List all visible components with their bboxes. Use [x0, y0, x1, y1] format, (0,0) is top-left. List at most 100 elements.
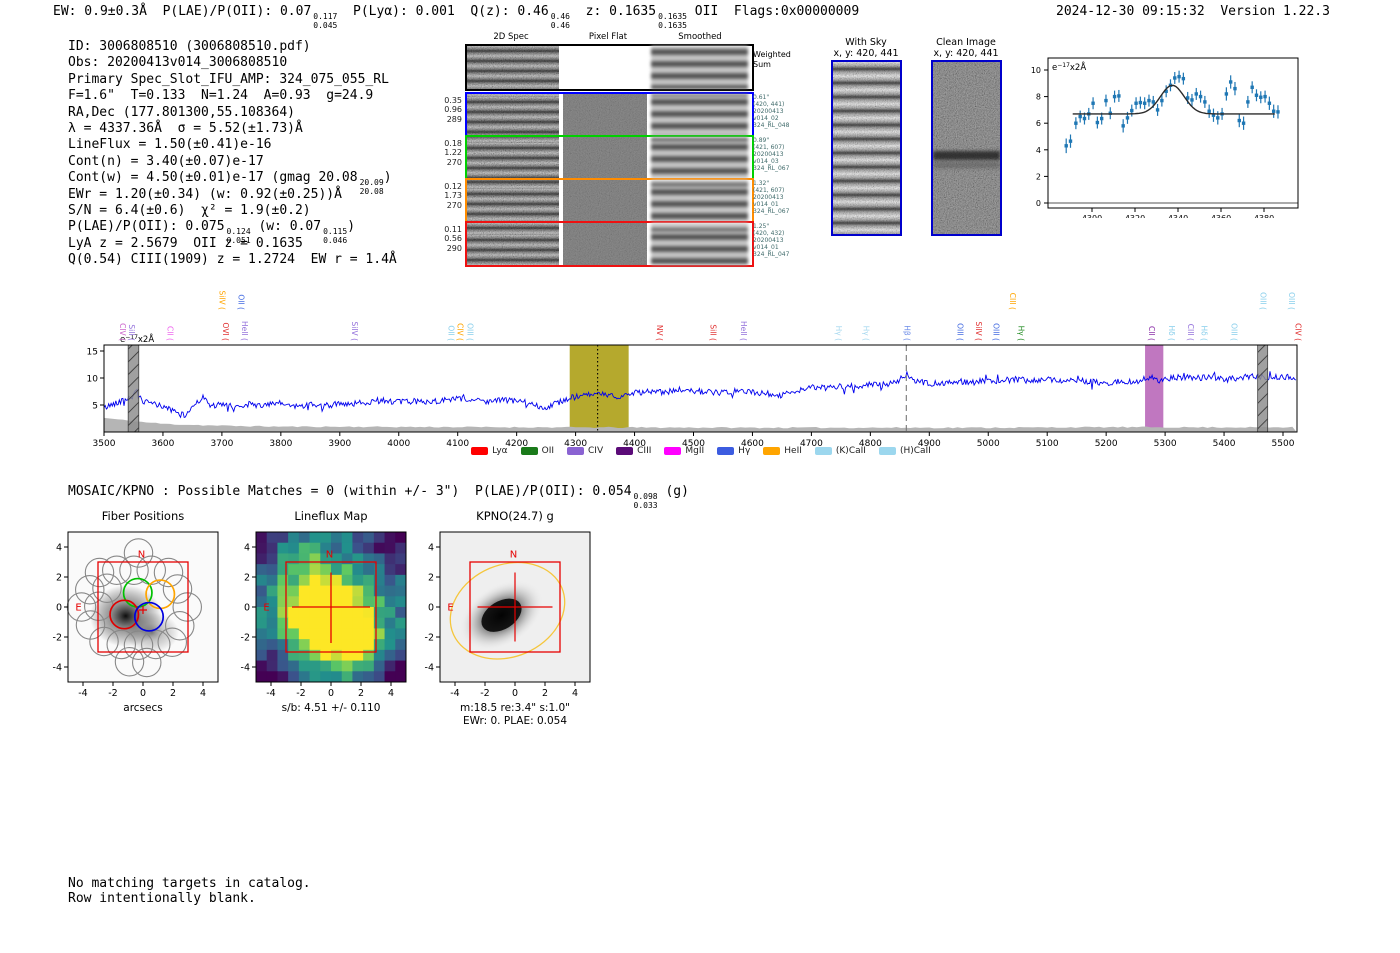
- text-segment: P(LAE)/P(OII): 0.075: [68, 219, 225, 235]
- emission-line-label: OII (: [236, 294, 245, 310]
- text-segment: (g): [657, 484, 689, 499]
- svg-text:-2: -2: [108, 688, 117, 699]
- info-line-0: ID: 3006808510 (3006808510.pdf): [68, 39, 397, 55]
- kpno-axes: KPNO(24.7) g -4 -4 -2 -2 0 0 2 2 4 4 N Em:18.5 re:3.…: [425, 509, 591, 727]
- emission-line-label: HeII (: [240, 321, 249, 341]
- emission-line-label: OIII (: [956, 323, 965, 341]
- linefit-chart: 0 2 4 6 8 10 4300 4320 4340 4360 4380 e−17x2Å: [1031, 57, 1299, 218]
- emission-line-label: Hβ (: [903, 325, 912, 341]
- spec2d-cell: [467, 223, 559, 265]
- emission-line-label: HeII (: [739, 321, 748, 341]
- svg-text:15: 15: [87, 348, 98, 358]
- svg-text:N: N: [138, 550, 145, 561]
- emission-line-label: Hδ (: [1200, 325, 1209, 341]
- emission-line-label: OII (: [446, 325, 455, 341]
- svg-text:N: N: [510, 550, 517, 561]
- svg-text:KPNO(24.7) g: KPNO(24.7) g: [476, 509, 554, 523]
- legend-label: CIII: [637, 446, 652, 456]
- svg-text:-2: -2: [53, 633, 62, 644]
- legend-item: (K)CaII: [814, 446, 866, 456]
- svg-text:5: 5: [92, 402, 98, 412]
- svg-text:4: 4: [56, 543, 62, 554]
- svg-text:0: 0: [56, 603, 62, 614]
- spectrum-plot-area: 3500 3600 3700 3800 3900 4000 4100 4200 4300 4400…: [87, 291, 1303, 450]
- noise-texture: [563, 94, 647, 136]
- legend-item: Lyα: [471, 446, 508, 456]
- spec2d-row-1: [465, 92, 754, 138]
- spec2d-row-left-values: 0.35 0.96 289: [444, 96, 462, 124]
- svg-text:E: E: [447, 603, 453, 614]
- text-segment: Cont(n) = 3.40(±0.07)e-17: [68, 153, 264, 169]
- spec2d-cell: [563, 94, 647, 136]
- purple-band: [1145, 345, 1164, 432]
- text-segment: Obs: 20200413v014_3006808510: [68, 55, 288, 71]
- text-segment: LyA z = 2.5679 OII z = 0.1635: [68, 235, 303, 251]
- svg-text:-2: -2: [480, 688, 489, 699]
- info-line-12: LyA z = 2.5679 OII z = 0.1635: [68, 236, 397, 252]
- stacked-fraction: 0.1635 0.1635: [658, 12, 687, 30]
- info-line-6: LineFlux = 1.50(±0.41)e-16: [68, 137, 397, 153]
- spec2d-cell: [651, 223, 748, 265]
- svg-text:Fiber Positions: Fiber Positions: [102, 509, 185, 523]
- noise-texture: [563, 180, 647, 222]
- clean-title: Clean Image: [936, 37, 996, 48]
- emission-line-label: Hγ (: [861, 326, 870, 341]
- svg-text:4: 4: [572, 688, 578, 699]
- svg-text:0: 0: [1036, 199, 1041, 208]
- spec2d-cell: [651, 137, 748, 179]
- emission-line-label: OVI (: [221, 323, 230, 341]
- stacked-fraction: 0.115 0.046: [323, 227, 348, 246]
- spec2d-header-smoothed: Smoothed: [678, 32, 722, 42]
- svg-text:0: 0: [512, 688, 518, 699]
- svg-text:0: 0: [328, 688, 334, 699]
- spec2d-row-3: [465, 178, 754, 224]
- noise-texture: [467, 180, 559, 222]
- stacked-fraction: 20.09 20.08: [359, 178, 384, 196]
- emission-line-label: CIV (: [456, 323, 465, 341]
- legend-item: (H)CaII: [878, 446, 931, 456]
- emission-line-label: CIV (: [118, 323, 127, 341]
- fiber-positions-map: Fiber Positions -4 -4 -2 -2 0 0 2 2 4 4 N Earcsecs: [53, 509, 219, 714]
- svg-text:-2: -2: [425, 633, 434, 644]
- header-timestamp: 2024-12-30 09:15:32 Version 1.22.3: [1056, 4, 1330, 19]
- legend-label: HeII: [784, 446, 802, 456]
- text-segment: LineFlux = 1.50(±0.41)e-16: [68, 137, 272, 153]
- text-segment: z: 0.1635: [569, 4, 657, 19]
- noise-texture: [467, 46, 559, 89]
- spec2d-row-annotation: 0.89" (421, 607) 20200413 v014_03 324_RL…: [753, 137, 790, 172]
- spec2d-row-annotation: 0.61" (420, 441) 20200413 v014_02 324_RL…: [753, 94, 790, 129]
- svg-text:-2: -2: [296, 688, 305, 699]
- noise-texture: [467, 94, 559, 136]
- lineflux-map: Lineflux Map -4 -4 -2 -2 0 0 2 2 4 4 N Es/b: 4.51 +/…: [241, 509, 407, 714]
- header-stats-line: EW: 0.9±0.3Å P(LAE)/P(OII): 0.07 0.117 0.0…: [53, 4, 859, 31]
- spectrum-chart: 3500 3600 3700 3800 3900 4000 4100 4200 4300 4400…: [87, 291, 1303, 450]
- error-envelope: [104, 417, 1297, 432]
- info-line-10: S/N = 6.4(±0.6) χ² = 1.9(±0.2): [68, 203, 397, 219]
- emission-line-label: Hδ (: [1167, 325, 1176, 341]
- legend-label: MgII: [685, 446, 705, 456]
- legend-swatch: [717, 447, 735, 455]
- detection-info-block: ID: 3006808510 (3006808510.pdf) Obs: 2020…: [68, 39, 397, 268]
- legend-label: CIV: [588, 446, 604, 456]
- svg-text:4320: 4320: [1125, 214, 1145, 218]
- clean-image-dark-band2: [933, 161, 1000, 168]
- legend-label: (H)CaII: [899, 446, 931, 456]
- emission-line-label: SiII (: [127, 324, 136, 341]
- spec2d-cell: [467, 46, 559, 89]
- legend-item: OII: [520, 446, 554, 456]
- clean-coords: x, y: 420, 441: [933, 48, 999, 59]
- text-segment: λ = 4337.36Å σ = 5.52(±1.73)Å: [68, 120, 303, 136]
- spectrum-legend: Lyα OII CIV CIII MgII Hγ HeII (K)CaII (H)CaII: [56, 446, 1346, 456]
- svg-text:-4: -4: [53, 663, 62, 674]
- svg-text:2: 2: [1036, 172, 1041, 181]
- text-segment: EW: 0.9±0.3Å P(LAE)/P(OII): 0.07: [53, 4, 312, 19]
- emission-line-label: CII (: [1147, 326, 1156, 341]
- text-segment: (w: 0.07: [250, 219, 322, 235]
- emission-line-label: SiIV (: [974, 322, 983, 342]
- noise-texture: [933, 62, 1000, 234]
- svg-text:2: 2: [358, 688, 364, 699]
- svg-text:-4: -4: [450, 688, 459, 699]
- legend-item: CIV: [567, 446, 603, 456]
- text-segment: Primary Spec_Slot_IFU_AMP: 324_075_055_R…: [68, 71, 389, 87]
- svg-text:4360: 4360: [1211, 214, 1231, 218]
